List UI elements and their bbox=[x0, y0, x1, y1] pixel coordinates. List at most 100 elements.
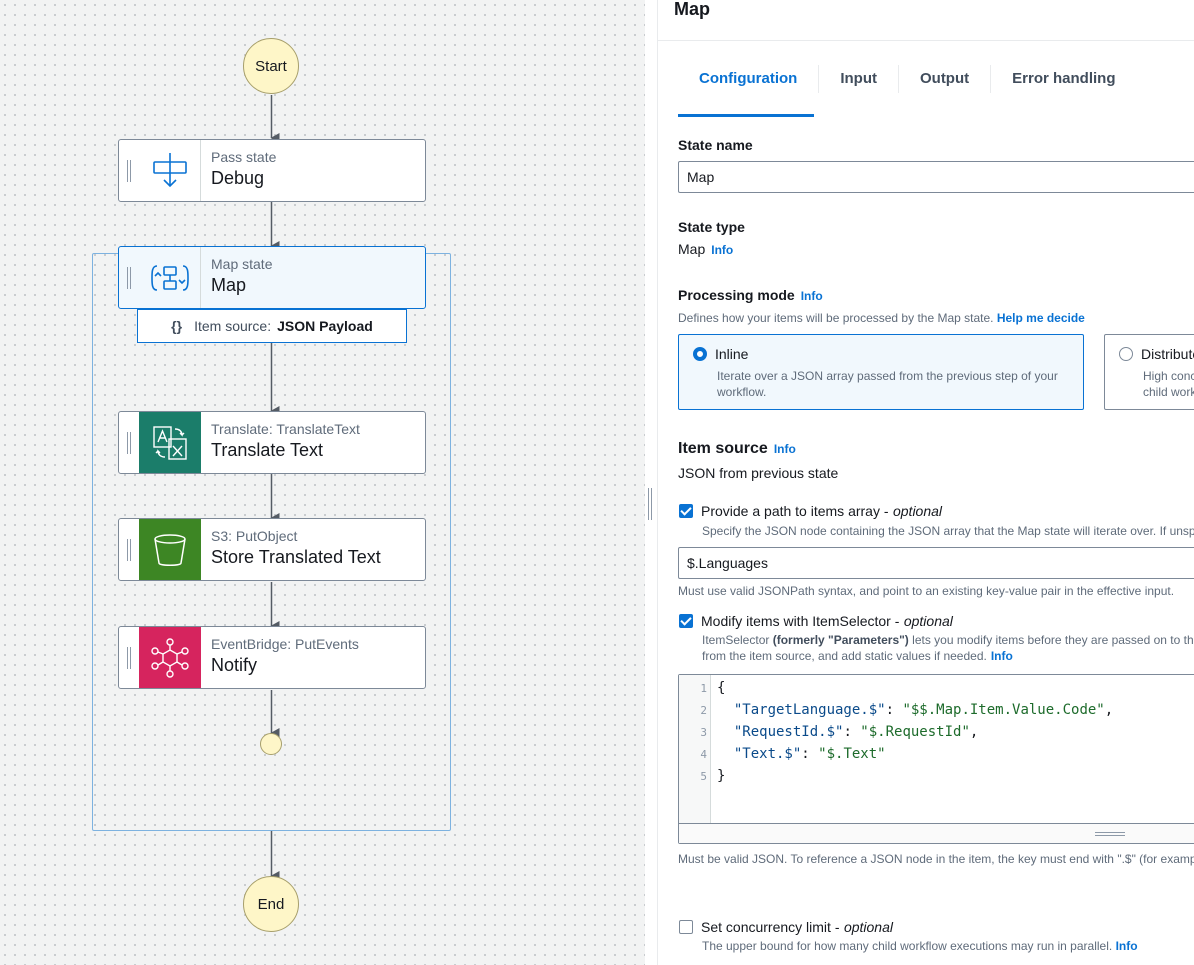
s3-bucket-icon bbox=[139, 519, 201, 580]
item-selector-info-link[interactable]: Info bbox=[991, 649, 1013, 663]
state-notify[interactable]: EventBridge: PutEvents Notify bbox=[118, 626, 426, 689]
item-selector-checkbox-row[interactable]: Modify items with ItemSelector - optiona… bbox=[679, 613, 953, 631]
start-label: Start bbox=[255, 57, 287, 75]
tab-error-handling[interactable]: Error handling bbox=[990, 65, 1136, 93]
code-value: "$$.Map.Item.Value.Code" bbox=[902, 702, 1105, 718]
concurrency-checkbox-row[interactable]: Set concurrency limit - optional bbox=[679, 919, 893, 937]
item-source-label: Item source bbox=[678, 440, 768, 457]
panel-tabs: Configuration Input Output Error handlin… bbox=[658, 41, 1194, 117]
item-source-badge[interactable]: {} Item source: JSON Payload bbox=[137, 309, 407, 343]
item-selector-desc-line2: from the item source, and add static val… bbox=[702, 649, 987, 663]
drag-handle-icon[interactable] bbox=[119, 519, 139, 580]
inline-desc-line2: workflow. bbox=[717, 385, 767, 399]
concurrency-checkbox[interactable] bbox=[679, 920, 693, 934]
inline-radio[interactable] bbox=[693, 347, 707, 361]
state-type-value: Map bbox=[678, 241, 706, 257]
concurrency-desc-text: The upper bound for how many child workf… bbox=[702, 939, 1113, 953]
state-type-label: Translate: TranslateText bbox=[211, 421, 360, 437]
item-source-info-link[interactable]: Info bbox=[774, 442, 796, 456]
drag-handle-icon[interactable] bbox=[119, 627, 139, 688]
code-key: "TargetLanguage.$" bbox=[733, 702, 886, 718]
state-type-label: EventBridge: PutEvents bbox=[211, 636, 359, 652]
state-debug[interactable]: Pass state Debug bbox=[118, 139, 426, 202]
item-selector-hint: Must be valid JSON. To reference a JSON … bbox=[678, 852, 1194, 866]
state-name-label: Notify bbox=[211, 655, 258, 675]
map-end-node bbox=[260, 733, 282, 755]
state-name-label: Debug bbox=[211, 168, 265, 188]
items-path-checkbox-row[interactable]: Provide a path to items array - optional bbox=[679, 503, 942, 521]
code-line: "Text.$": "$.Text" bbox=[717, 746, 886, 762]
item-selector-optional: optional bbox=[903, 613, 953, 629]
state-translate-text[interactable]: Translate: TranslateText Translate Text bbox=[118, 411, 426, 474]
line-number: 1 bbox=[700, 682, 707, 695]
concurrency-info-link[interactable]: Info bbox=[1116, 939, 1138, 953]
state-name-label: State name bbox=[678, 137, 753, 153]
processing-mode-info-link[interactable]: Info bbox=[801, 289, 823, 303]
items-path-optional: optional bbox=[892, 503, 943, 519]
drag-handle-icon[interactable] bbox=[119, 140, 139, 201]
panel-header: Map bbox=[658, 0, 1194, 41]
tab-configuration[interactable]: Configuration bbox=[678, 65, 818, 93]
line-number: 4 bbox=[700, 748, 707, 761]
code-value: "$.RequestId" bbox=[860, 724, 970, 740]
active-tab-indicator bbox=[678, 114, 814, 117]
state-type-label: Map state bbox=[211, 256, 273, 272]
drag-handle-icon[interactable] bbox=[119, 412, 139, 473]
distributed-description: High concurrency mode child workflow exe… bbox=[1119, 368, 1194, 400]
state-name-label: Store Translated Text bbox=[211, 547, 381, 567]
item-selector-desc-b: (formerly "Parameters") bbox=[772, 633, 909, 647]
processing-mode-description: Defines how your items will be processed… bbox=[678, 310, 1085, 326]
help-me-decide-link[interactable]: Help me decide bbox=[997, 311, 1085, 325]
distributed-desc-line2: child workflow executions bbox=[1143, 385, 1194, 399]
tab-input[interactable]: Input bbox=[818, 65, 898, 93]
item-selector-label: Modify items with ItemSelector - bbox=[701, 613, 900, 629]
json-braces-icon: {} bbox=[171, 318, 183, 334]
state-type-row: Map Info bbox=[678, 241, 733, 257]
state-store-translated-text[interactable]: S3: PutObject Store Translated Text bbox=[118, 518, 426, 581]
code-end: , bbox=[969, 724, 979, 740]
inspector-panel: Map Configuration Input Output Error han… bbox=[657, 0, 1194, 965]
item-source-value: JSON Payload bbox=[277, 318, 373, 334]
state-type-info-link[interactable]: Info bbox=[711, 243, 733, 257]
item-source-header: Item source Info bbox=[678, 440, 796, 458]
start-node[interactable]: Start bbox=[243, 38, 299, 94]
end-label: End bbox=[257, 895, 285, 913]
item-source-prefix: Item source: bbox=[194, 318, 272, 334]
translate-icon bbox=[139, 412, 201, 473]
concurrency-description: The upper bound for how many child workf… bbox=[702, 938, 1138, 954]
workflow-canvas[interactable]: Start Pass state Debug Map state Map {} … bbox=[0, 0, 645, 965]
item-selector-description-line2: from the item source, and add static val… bbox=[702, 648, 1013, 664]
distributed-radio[interactable] bbox=[1119, 347, 1133, 361]
processing-mode-inline-tile[interactable]: Inline Iterate over a JSON array passed … bbox=[678, 334, 1084, 410]
state-type-label: Pass state bbox=[211, 149, 277, 165]
inline-title: Inline bbox=[715, 346, 749, 362]
editor-resize-bar[interactable] bbox=[679, 823, 1194, 843]
state-name-input[interactable]: Map bbox=[678, 161, 1194, 193]
items-path-input[interactable]: $.Languages bbox=[678, 547, 1194, 579]
concurrency-optional: optional bbox=[843, 919, 893, 935]
line-number: 2 bbox=[700, 704, 707, 717]
panel-title: Map bbox=[674, 0, 710, 19]
processing-mode-distributed-tile[interactable]: Distributed High concurrency mode child … bbox=[1104, 334, 1194, 410]
panel-resize-handle[interactable] bbox=[648, 488, 654, 520]
state-map[interactable]: Map state Map bbox=[118, 246, 426, 309]
item-selector-desc-c: lets you modify items before they are pa… bbox=[912, 633, 1194, 647]
items-path-checkbox[interactable] bbox=[679, 504, 693, 518]
state-name-label: Map bbox=[211, 275, 247, 295]
distributed-title: Distributed bbox=[1141, 346, 1194, 362]
state-type-label: S3: PutObject bbox=[211, 528, 298, 544]
tab-output[interactable]: Output bbox=[897, 65, 990, 93]
items-path-label: Provide a path to items array - bbox=[701, 503, 889, 519]
pass-state-icon bbox=[139, 140, 201, 201]
code-line: "TargetLanguage.$": "$$.Map.Item.Value.C… bbox=[717, 702, 1113, 718]
item-selector-code-editor[interactable]: 1 2 3 4 5 { "TargetLanguage.$": "$$.Map.… bbox=[678, 674, 1194, 844]
drag-handle-icon[interactable] bbox=[119, 247, 139, 308]
state-name-label: Translate Text bbox=[211, 440, 324, 460]
code-sep: : bbox=[843, 724, 861, 740]
resize-grip-icon bbox=[1095, 835, 1125, 836]
end-node[interactable]: End bbox=[243, 876, 299, 932]
map-state-icon bbox=[139, 247, 201, 308]
resize-grip-icon bbox=[1095, 832, 1125, 833]
inline-desc-line1: Iterate over a JSON array passed from th… bbox=[717, 369, 1058, 383]
item-selector-checkbox[interactable] bbox=[679, 614, 693, 628]
